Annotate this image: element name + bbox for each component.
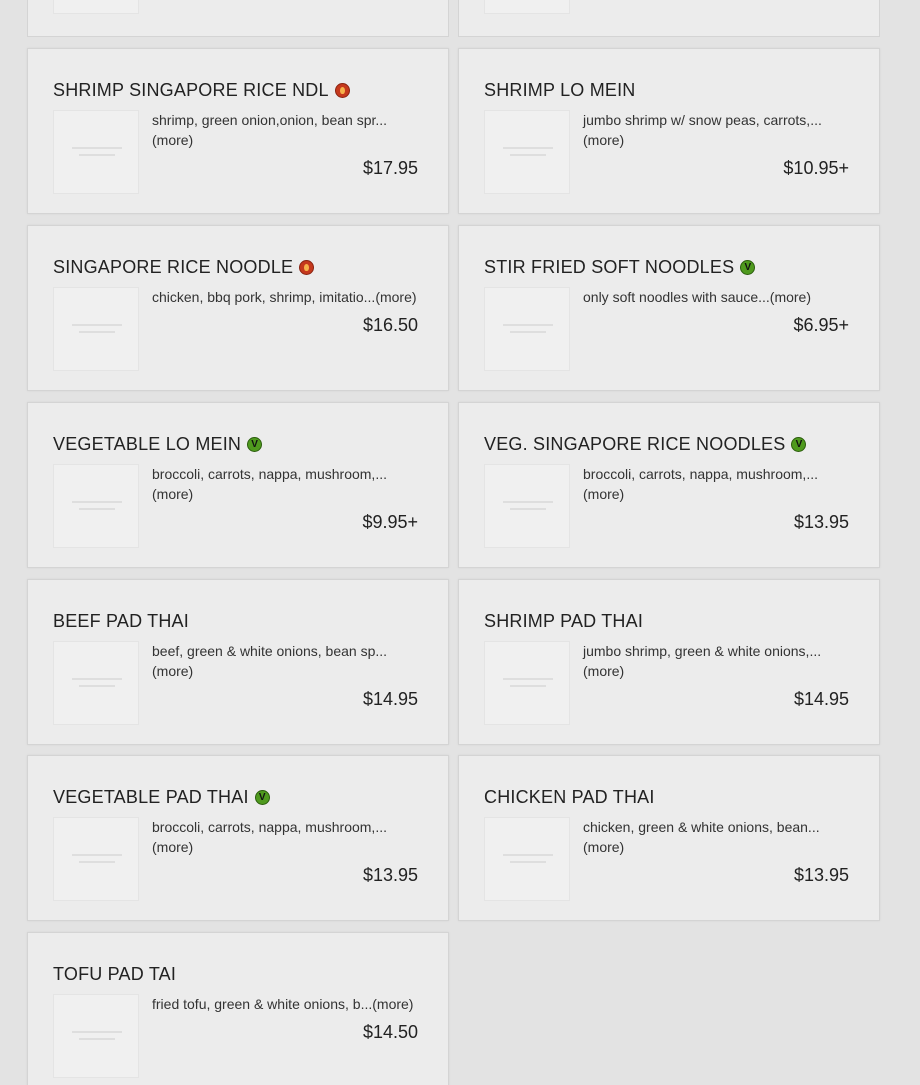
item-thumbnail — [53, 464, 139, 548]
item-thumbnail — [484, 641, 570, 725]
description-text: broccoli, carrots, nappa, mushroom,... — [583, 466, 818, 482]
item-description: broccoli, carrots, nappa, mushroom,... (… — [583, 464, 853, 504]
item-description: jumbo shrimp w/ snow peas, carrots,... (… — [583, 110, 853, 150]
vegan-icon: V — [740, 259, 756, 275]
menu-card-partial-left[interactable] — [27, 0, 449, 37]
item-description: jumbo shrimp, green & white onions,... (… — [583, 641, 853, 681]
menu-card[interactable]: SHRIMP LO MEIN jumbo shrimp w/ snow peas… — [458, 48, 880, 214]
vegan-icon: V — [247, 436, 263, 452]
more-link[interactable]: (more) — [583, 486, 624, 502]
item-thumbnail — [484, 0, 570, 14]
item-price: $13.95 — [362, 865, 418, 885]
item-price: $14.95 — [793, 689, 849, 709]
menu-card-partial-right[interactable] — [458, 0, 880, 37]
item-title: VEG. SINGAPORE RICE NOODLES — [484, 433, 786, 454]
description-text: beef, green & white onions, bean sp... — [152, 643, 388, 659]
description-text: shrimp, green onion,onion, bean spr... — [152, 112, 388, 128]
description-text: only soft noodles with sauce... — [583, 289, 770, 305]
item-thumbnail — [484, 464, 570, 548]
item-price: $13.95 — [793, 512, 849, 532]
menu-card[interactable]: SHRIMP PAD THAI jumbo shrimp, green & wh… — [458, 579, 880, 745]
item-description: chicken, green & white onions, bean... (… — [583, 817, 853, 857]
description-text: broccoli, carrots, nappa, mushroom,... — [152, 819, 387, 835]
more-link[interactable]: (more) — [152, 132, 193, 148]
more-link[interactable]: (more) — [770, 289, 811, 305]
menu-page: SHRIMP SINGAPORE RICE NDL shrimp, green … — [0, 0, 920, 1085]
item-description: broccoli, carrots, nappa, mushroom,... (… — [152, 464, 422, 504]
more-link[interactable]: (more) — [583, 839, 624, 855]
item-title: SHRIMP SINGAPORE RICE NDL — [53, 79, 329, 100]
description-text: chicken, bbq pork, shrimp, imitatio... — [152, 289, 376, 305]
menu-card[interactable]: SINGAPORE RICE NOODLE chicken, bbq pork,… — [27, 225, 449, 391]
item-title: STIR FRIED SOFT NOODLES — [484, 256, 735, 277]
item-price: $14.95 — [362, 689, 418, 709]
item-title: VEGETABLE PAD THAI — [53, 786, 249, 807]
vegan-icon: V — [791, 436, 807, 452]
item-title: CHICKEN PAD THAI — [484, 786, 655, 807]
more-link[interactable]: (more) — [152, 839, 193, 855]
item-thumbnail — [53, 287, 139, 371]
item-title: VEGETABLE LO MEIN — [53, 433, 242, 454]
item-title: SHRIMP PAD THAI — [484, 610, 644, 631]
item-thumbnail — [53, 994, 139, 1078]
menu-card[interactable]: TOFU PAD TAI fried tofu, green & white o… — [27, 932, 449, 1085]
item-thumbnail — [53, 641, 139, 725]
item-thumbnail — [53, 817, 139, 901]
item-description: fried tofu, green & white onions, b...(m… — [152, 994, 422, 1014]
menu-card[interactable]: VEGETABLE LO MEIN V broccoli, carrots, n… — [27, 402, 449, 568]
more-link[interactable]: (more) — [372, 996, 413, 1012]
menu-card[interactable]: SHRIMP SINGAPORE RICE NDL shrimp, green … — [27, 48, 449, 214]
more-link[interactable]: (more) — [583, 132, 624, 148]
item-description: only soft noodles with sauce...(more) — [583, 287, 853, 307]
item-thumbnail — [484, 817, 570, 901]
item-price: $14.50 — [362, 1022, 418, 1042]
item-description: broccoli, carrots, nappa, mushroom,... (… — [152, 817, 422, 857]
item-description: beef, green & white onions, bean sp... (… — [152, 641, 422, 681]
item-title: TOFU PAD TAI — [53, 963, 177, 984]
description-text: jumbo shrimp w/ snow peas, carrots,... — [583, 112, 822, 128]
description-text: fried tofu, green & white onions, b... — [152, 996, 373, 1012]
spicy-icon — [334, 82, 350, 98]
description-text: jumbo shrimp, green & white onions,... — [583, 643, 822, 659]
item-title: SHRIMP LO MEIN — [484, 79, 636, 100]
spicy-icon — [299, 259, 315, 275]
item-price: $17.95 — [362, 158, 418, 178]
description-text: broccoli, carrots, nappa, mushroom,... — [152, 466, 387, 482]
item-price: $6.95+ — [793, 315, 849, 335]
vegan-icon: V — [254, 789, 270, 805]
item-thumbnail — [53, 0, 139, 14]
item-description: shrimp, green onion,onion, bean spr... (… — [152, 110, 422, 150]
more-link[interactable]: (more) — [583, 663, 624, 679]
item-title: BEEF PAD THAI — [53, 610, 189, 631]
item-price: $9.95+ — [362, 512, 418, 532]
item-thumbnail — [53, 110, 139, 194]
item-thumbnail — [484, 287, 570, 371]
description-text: chicken, green & white onions, bean... — [583, 819, 820, 835]
menu-card[interactable]: BEEF PAD THAI beef, green & white onions… — [27, 579, 449, 745]
item-price: $16.50 — [362, 315, 418, 335]
item-description: chicken, bbq pork, shrimp, imitatio...(m… — [152, 287, 422, 307]
item-title: SINGAPORE RICE NOODLE — [53, 256, 294, 277]
more-link[interactable]: (more) — [152, 663, 193, 679]
more-link[interactable]: (more) — [152, 486, 193, 502]
menu-card[interactable]: VEGETABLE PAD THAI V broccoli, carrots, … — [27, 755, 449, 921]
menu-card[interactable]: CHICKEN PAD THAI chicken, green & white … — [458, 755, 880, 921]
item-price: $10.95+ — [783, 158, 849, 178]
more-link[interactable]: (more) — [375, 289, 416, 305]
menu-card[interactable]: VEG. SINGAPORE RICE NOODLES V broccoli, … — [458, 402, 880, 568]
item-thumbnail — [484, 110, 570, 194]
menu-card[interactable]: STIR FRIED SOFT NOODLES V only soft nood… — [458, 225, 880, 391]
item-price: $13.95 — [793, 865, 849, 885]
